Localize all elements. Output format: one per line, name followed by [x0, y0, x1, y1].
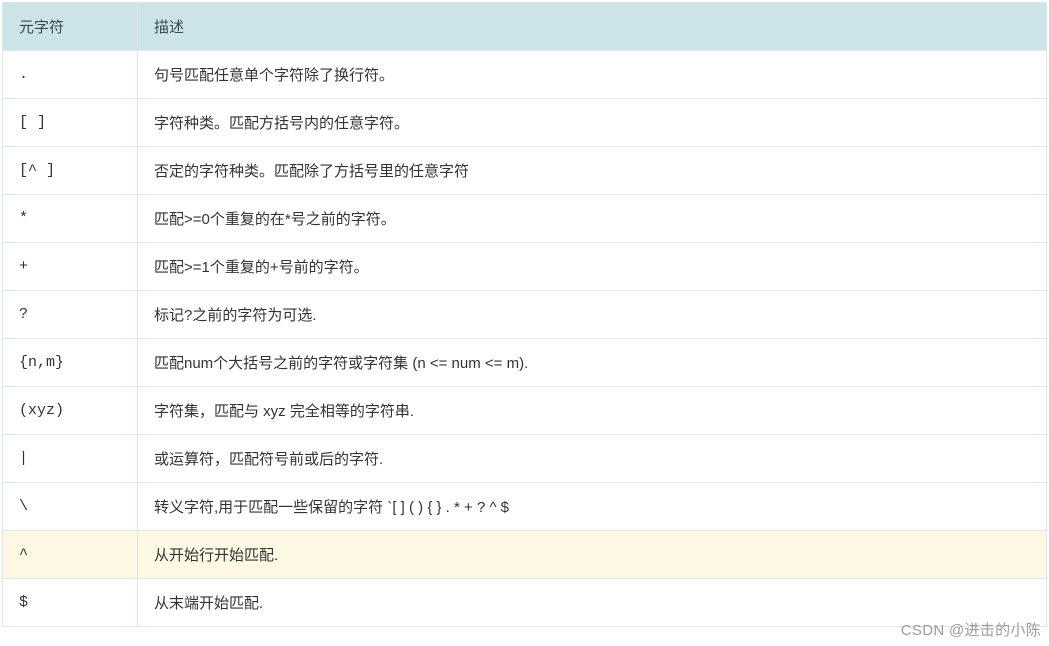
metachar-cell: \: [3, 483, 138, 531]
description-cell: 匹配num个大括号之前的字符或字符集 (n <= num <= m).: [138, 339, 1047, 387]
table-row: [^ ]否定的字符种类。匹配除了方括号里的任意字符: [3, 147, 1047, 195]
metachar-cell: [ ]: [3, 99, 138, 147]
table-row: |或运算符，匹配符号前或后的字符.: [3, 435, 1047, 483]
metachar-cell: [^ ]: [3, 147, 138, 195]
metachar-cell: $: [3, 579, 138, 627]
metachar-cell: +: [3, 243, 138, 291]
description-cell: 匹配>=0个重复的在*号之前的字符。: [138, 195, 1047, 243]
description-cell: 句号匹配任意单个字符除了换行符。: [138, 51, 1047, 99]
metachar-cell: *: [3, 195, 138, 243]
description-cell: 字符集，匹配与 xyz 完全相等的字符串.: [138, 387, 1047, 435]
watermark: CSDN @进击的小陈: [901, 619, 1041, 640]
table-row: +匹配>=1个重复的+号前的字符。: [3, 243, 1047, 291]
table-row: .句号匹配任意单个字符除了换行符。: [3, 51, 1047, 99]
table-body: .句号匹配任意单个字符除了换行符。[ ]字符种类。匹配方括号内的任意字符。[^ …: [3, 51, 1047, 627]
metachar-cell: |: [3, 435, 138, 483]
table-row: (xyz)字符集，匹配与 xyz 完全相等的字符串.: [3, 387, 1047, 435]
metachar-cell: (xyz): [3, 387, 138, 435]
regex-metachars-table: 元字符 描述 .句号匹配任意单个字符除了换行符。[ ]字符种类。匹配方括号内的任…: [2, 2, 1047, 627]
table-row: [ ]字符种类。匹配方括号内的任意字符。: [3, 99, 1047, 147]
metachar-cell: ^: [3, 531, 138, 579]
description-cell: 字符种类。匹配方括号内的任意字符。: [138, 99, 1047, 147]
table-row: {n,m}匹配num个大括号之前的字符或字符集 (n <= num <= m).: [3, 339, 1047, 387]
table-row: *匹配>=0个重复的在*号之前的字符。: [3, 195, 1047, 243]
metachar-cell: {n,m}: [3, 339, 138, 387]
table-row: ^从开始行开始匹配.: [3, 531, 1047, 579]
header-desc: 描述: [138, 3, 1047, 51]
table-header-row: 元字符 描述: [3, 3, 1047, 51]
metachar-cell: .: [3, 51, 138, 99]
description-cell: 否定的字符种类。匹配除了方括号里的任意字符: [138, 147, 1047, 195]
table-row: \转义字符,用于匹配一些保留的字符 `[ ] ( ) { } . * + ? ^…: [3, 483, 1047, 531]
description-cell: 转义字符,用于匹配一些保留的字符 `[ ] ( ) { } . * + ? ^ …: [138, 483, 1047, 531]
metachar-cell: ?: [3, 291, 138, 339]
table-row: ?标记?之前的字符为可选.: [3, 291, 1047, 339]
description-cell: 匹配>=1个重复的+号前的字符。: [138, 243, 1047, 291]
header-char: 元字符: [3, 3, 138, 51]
description-cell: 从开始行开始匹配.: [138, 531, 1047, 579]
description-cell: 标记?之前的字符为可选.: [138, 291, 1047, 339]
description-cell: 或运算符，匹配符号前或后的字符.: [138, 435, 1047, 483]
table-row: $从末端开始匹配.: [3, 579, 1047, 627]
